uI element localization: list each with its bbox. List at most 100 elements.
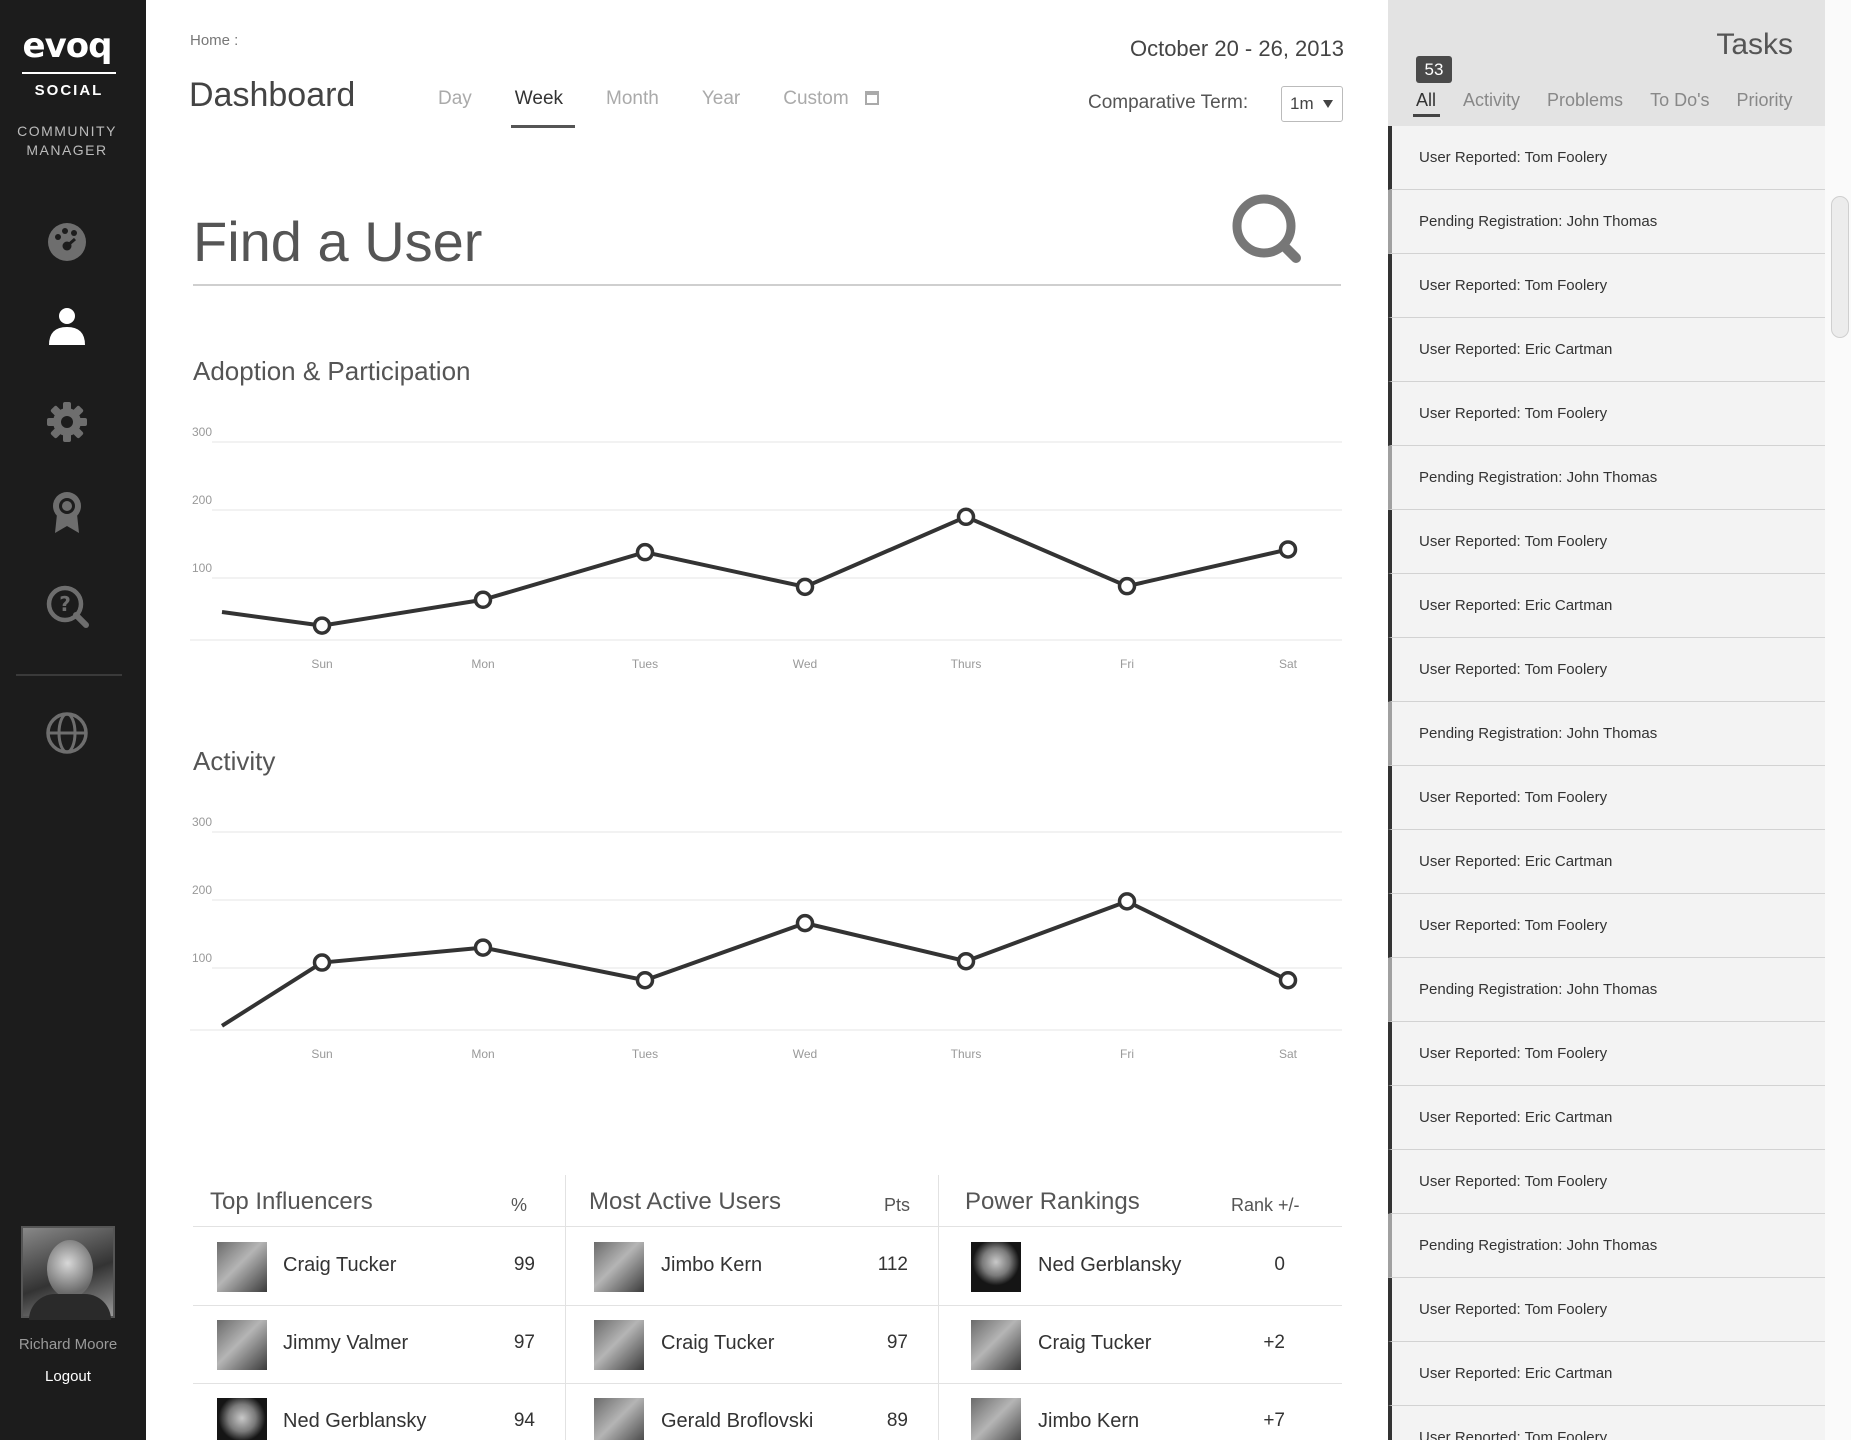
search-icon[interactable] [1228, 190, 1308, 270]
table-row[interactable]: Gerald Broflovski 89 [566, 1384, 938, 1440]
tab-month[interactable]: Month [606, 88, 659, 128]
task-item[interactable]: Pending Registration: John Thomas [1388, 1214, 1825, 1278]
task-item[interactable]: User Reported: Tom Foolery [1388, 510, 1825, 574]
x-tick-label: Tues [632, 1047, 658, 1061]
task-tab-all[interactable]: All [1412, 90, 1441, 117]
table-row[interactable]: Jimbo Kern +7 [939, 1384, 1342, 1440]
tab-year[interactable]: Year [702, 88, 740, 128]
task-item[interactable]: User Reported: Eric Cartman [1388, 318, 1825, 382]
task-item[interactable]: User Reported: Eric Cartman [1388, 830, 1825, 894]
data-point[interactable] [1117, 892, 1137, 911]
badge-icon [53, 492, 81, 533]
tasks-title: Tasks [1716, 28, 1793, 61]
x-tick-label: Wed [793, 657, 817, 671]
page-title: Dashboard [189, 76, 356, 114]
row-value: +7 [1263, 1410, 1285, 1431]
task-tab-activity[interactable]: Activity [1463, 90, 1520, 117]
nav-rewards[interactable] [44, 489, 90, 535]
table-row[interactable]: Craig Tucker 99 [193, 1228, 565, 1306]
nav-help[interactable]: ? [44, 583, 90, 629]
task-item[interactable]: User Reported: Tom Foolery [1388, 638, 1825, 702]
table-row[interactable]: Craig Tucker 97 [566, 1306, 938, 1384]
data-point[interactable] [795, 913, 815, 933]
data-point[interactable] [1278, 540, 1298, 559]
x-tick-label: Wed [793, 1047, 817, 1061]
logout-link[interactable]: Logout [0, 1368, 136, 1385]
x-tick-label: Mon [471, 657, 494, 671]
task-item[interactable]: Pending Registration: John Thomas [1388, 190, 1825, 254]
task-item[interactable]: User Reported: Tom Foolery [1388, 894, 1825, 958]
data-point[interactable] [312, 953, 332, 972]
nav-dashboard[interactable] [44, 219, 90, 265]
row-value: 94 [513, 1410, 535, 1431]
scrollbar-thumb[interactable] [1831, 196, 1849, 338]
data-point[interactable] [635, 970, 655, 990]
task-item[interactable]: User Reported: Tom Foolery [1388, 254, 1825, 318]
breadcrumb[interactable]: Home : [190, 32, 238, 49]
x-tick-label: Fri [1120, 657, 1134, 671]
task-item[interactable]: User Reported: Eric Cartman [1388, 1342, 1825, 1406]
nav-settings[interactable] [44, 399, 90, 445]
most-active-users-table: Most Active Users Pts Jimbo Kern 112 Cra… [566, 1175, 938, 1440]
row-value: 112 [877, 1254, 908, 1275]
column-header: % [511, 1195, 528, 1215]
task-item[interactable]: User Reported: Tom Foolery [1388, 126, 1825, 190]
tab-custom[interactable]: Custom [783, 88, 879, 128]
row-value: 97 [886, 1332, 908, 1353]
task-item[interactable]: Pending Registration: John Thomas [1388, 446, 1825, 510]
task-item[interactable]: User Reported: Tom Foolery [1388, 1406, 1825, 1440]
table-row[interactable]: Jimmy Valmer 97 [193, 1306, 565, 1384]
x-tick-label: Thurs [951, 657, 982, 671]
data-point[interactable] [956, 507, 976, 527]
data-point[interactable] [1117, 576, 1137, 596]
search-input[interactable] [193, 206, 1213, 276]
app-role-line2: MANAGER [26, 142, 108, 158]
task-item[interactable]: User Reported: Tom Foolery [1388, 1022, 1825, 1086]
table-title: Power Rankings [965, 1188, 1140, 1215]
nav-users[interactable] [44, 302, 90, 348]
tab-day[interactable]: Day [438, 88, 472, 128]
task-item[interactable]: User Reported: Tom Foolery [1388, 1278, 1825, 1342]
data-point[interactable] [635, 542, 655, 562]
task-tab-todos[interactable]: To Do's [1650, 90, 1709, 117]
y-tick-label: 200 [192, 883, 212, 897]
row-value: 97 [513, 1332, 535, 1353]
x-tick-label: Sun [311, 657, 332, 671]
nav-globe[interactable] [44, 710, 90, 756]
tab-week[interactable]: Week [510, 88, 576, 128]
data-point[interactable] [795, 577, 815, 597]
row-name: Gerald Broflovski [661, 1410, 814, 1432]
task-item[interactable]: User Reported: Eric Cartman [1388, 574, 1825, 638]
task-tab-problems[interactable]: Problems [1547, 90, 1623, 117]
row-name: Jimbo Kern [1038, 1410, 1140, 1432]
table-row[interactable]: Craig Tucker +2 [939, 1306, 1342, 1384]
data-point[interactable] [956, 951, 976, 971]
task-tab-priority[interactable]: Priority [1737, 90, 1793, 117]
task-item[interactable]: User Reported: Tom Foolery [1388, 1150, 1825, 1214]
avatar [594, 1242, 644, 1292]
table-title: Most Active Users [589, 1188, 782, 1215]
gear-icon [47, 402, 87, 442]
task-item[interactable]: Pending Registration: John Thomas [1388, 958, 1825, 1022]
data-point[interactable] [473, 590, 493, 610]
task-item[interactable]: User Reported: Tom Foolery [1388, 382, 1825, 446]
x-tick-label: Mon [471, 1047, 494, 1061]
table-row[interactable]: Jimbo Kern 112 [566, 1228, 938, 1306]
table-row[interactable]: Ned Gerblansky 0 [939, 1228, 1342, 1306]
task-item[interactable]: User Reported: Eric Cartman [1388, 1086, 1825, 1150]
data-point[interactable] [473, 938, 493, 957]
avatar[interactable] [21, 1226, 115, 1320]
y-tick-label: 100 [192, 951, 212, 965]
task-item[interactable]: Pending Registration: John Thomas [1388, 702, 1825, 766]
series-line [220, 899, 1289, 1028]
series-line [221, 514, 1289, 628]
comparative-term-select[interactable]: 1m [1281, 86, 1343, 122]
table-row[interactable]: Ned Gerblansky 94 [193, 1384, 565, 1440]
task-item[interactable]: User Reported: Tom Foolery [1388, 766, 1825, 830]
data-point[interactable] [312, 616, 332, 635]
x-tick-label: Sun [311, 1047, 332, 1061]
avatar [971, 1398, 1021, 1440]
table-header: Most Active Users Pts [566, 1175, 938, 1227]
data-point[interactable] [1278, 970, 1298, 990]
row-value: 0 [1274, 1254, 1285, 1275]
